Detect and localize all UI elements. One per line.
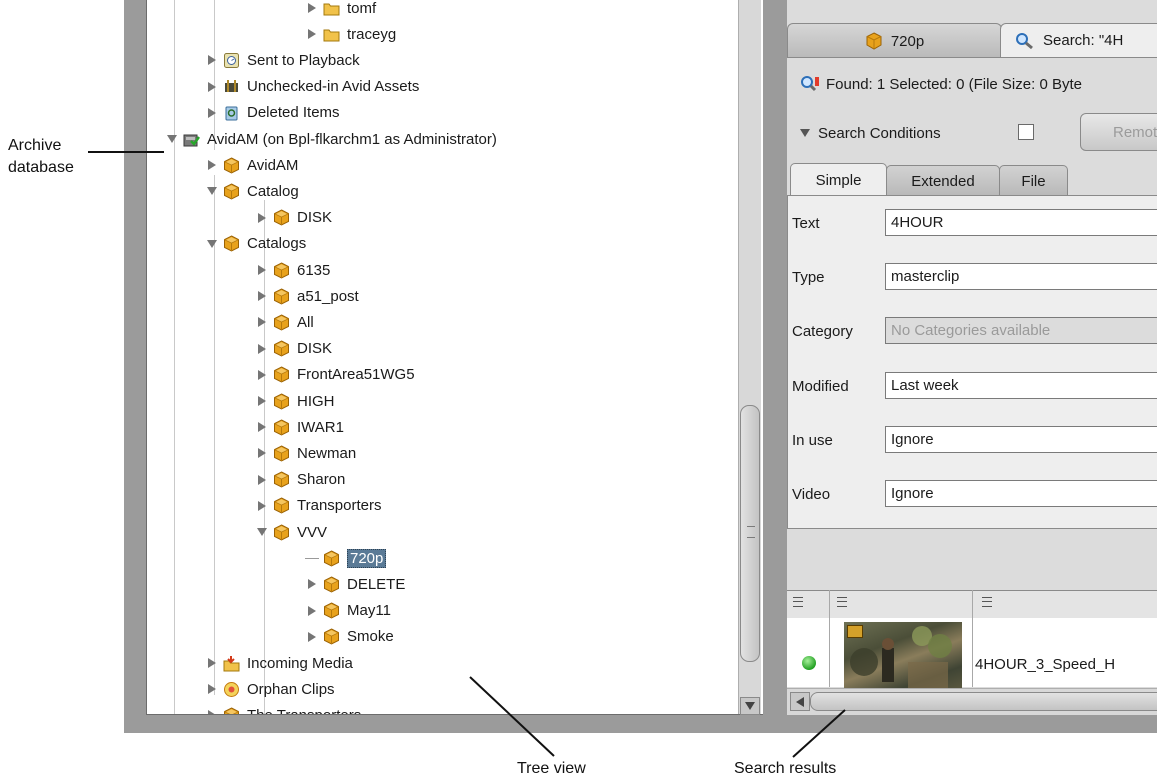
- callout-line: [792, 709, 846, 758]
- callout-lines: [88, 151, 846, 758]
- callout-line: [469, 676, 555, 757]
- callout-search-results: Search results: [734, 760, 837, 777]
- callout-tree-view: Tree view: [517, 760, 586, 777]
